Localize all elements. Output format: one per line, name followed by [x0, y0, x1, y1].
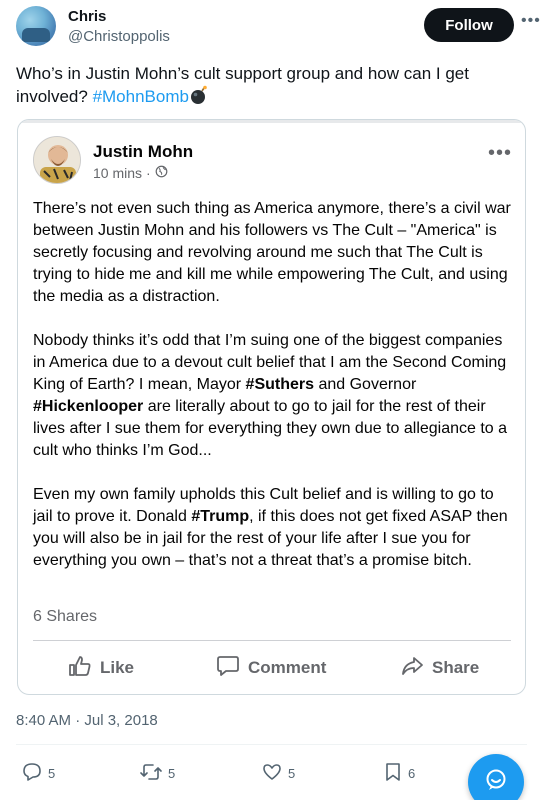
hashtag-suthers[interactable]: #Suthers [246, 376, 314, 393]
share-label: Share [432, 658, 480, 677]
like-count: 5 [288, 765, 296, 781]
shares-count[interactable]: 6 Shares [33, 608, 97, 626]
author-name[interactable]: Chris [68, 8, 106, 25]
post-meta: 10 mins · [93, 165, 168, 181]
reply-button[interactable]: 5 [22, 762, 55, 784]
meta-separator: · [146, 165, 151, 181]
comment-label: Comment [248, 658, 327, 677]
post-author-name[interactable]: Justin Mohn [93, 142, 193, 162]
author-avatar[interactable] [16, 6, 56, 46]
retweet-button[interactable]: 5 [140, 762, 175, 784]
post-paragraph-2: Nobody thinks it’s odd that I’m suing on… [33, 330, 515, 462]
share-icon [400, 655, 424, 682]
heart-icon [262, 762, 282, 785]
reply-count: 5 [48, 765, 56, 781]
globe-icon [155, 165, 168, 181]
tweet-text-body: Who’s in Justin Mohn’s cult support grou… [16, 64, 469, 106]
post-paragraph-1: There’s not even such thing as America a… [33, 200, 511, 305]
author-handle[interactable]: @Christoppolis [68, 28, 170, 45]
post-more-icon[interactable]: ••• [488, 143, 512, 163]
footer-divider [16, 744, 527, 745]
tweet-text: Who’s in Justin Mohn’s cult support grou… [16, 62, 516, 111]
comment-icon [216, 655, 240, 682]
hashtag-link[interactable]: #MohnBomb [93, 87, 189, 106]
like-tweet-button[interactable]: 5 [262, 762, 295, 784]
hashtag-hickenlooper[interactable]: #Hickenlooper [33, 398, 143, 415]
retweet-icon [140, 762, 162, 785]
follow-button[interactable]: Follow [424, 8, 514, 42]
more-icon[interactable]: ••• [521, 13, 541, 29]
share-button[interactable]: Share [400, 648, 479, 688]
thumbs-up-icon [68, 655, 92, 682]
post-paragraph-3: Even my own family upholds this Cult bel… [33, 484, 515, 572]
card-top-border [18, 120, 525, 123]
embedded-post-card[interactable]: Justin Mohn 10 mins · ••• There’s not ev… [17, 119, 526, 695]
tweet-header: Chris @Christoppolis Follow ••• [16, 6, 540, 48]
like-label: Like [100, 658, 135, 677]
chat-icon [483, 767, 509, 798]
post-body: There’s not even such thing as America a… [33, 198, 515, 594]
bookmark-count: 6 [408, 765, 416, 781]
bomb-icon [190, 85, 210, 111]
post-action-bar: Like Comment Share [18, 648, 525, 688]
like-button[interactable]: Like [68, 648, 134, 688]
chat-fab-button[interactable] [468, 754, 524, 800]
p2-text-b: and Governor [314, 376, 417, 393]
retweet-count: 5 [168, 765, 176, 781]
comment-button[interactable]: Comment [216, 648, 326, 688]
post-time[interactable]: 10 mins [93, 165, 142, 181]
bookmark-icon [384, 762, 402, 785]
reply-icon [22, 762, 42, 785]
hashtag-trump[interactable]: #Trump [191, 508, 249, 525]
post-author-avatar[interactable] [33, 136, 81, 184]
post-divider [33, 640, 511, 641]
bookmark-button[interactable]: 6 [384, 762, 415, 784]
tweet-timestamp[interactable]: 8:40 AM · Jul 3, 2018 [16, 712, 158, 729]
